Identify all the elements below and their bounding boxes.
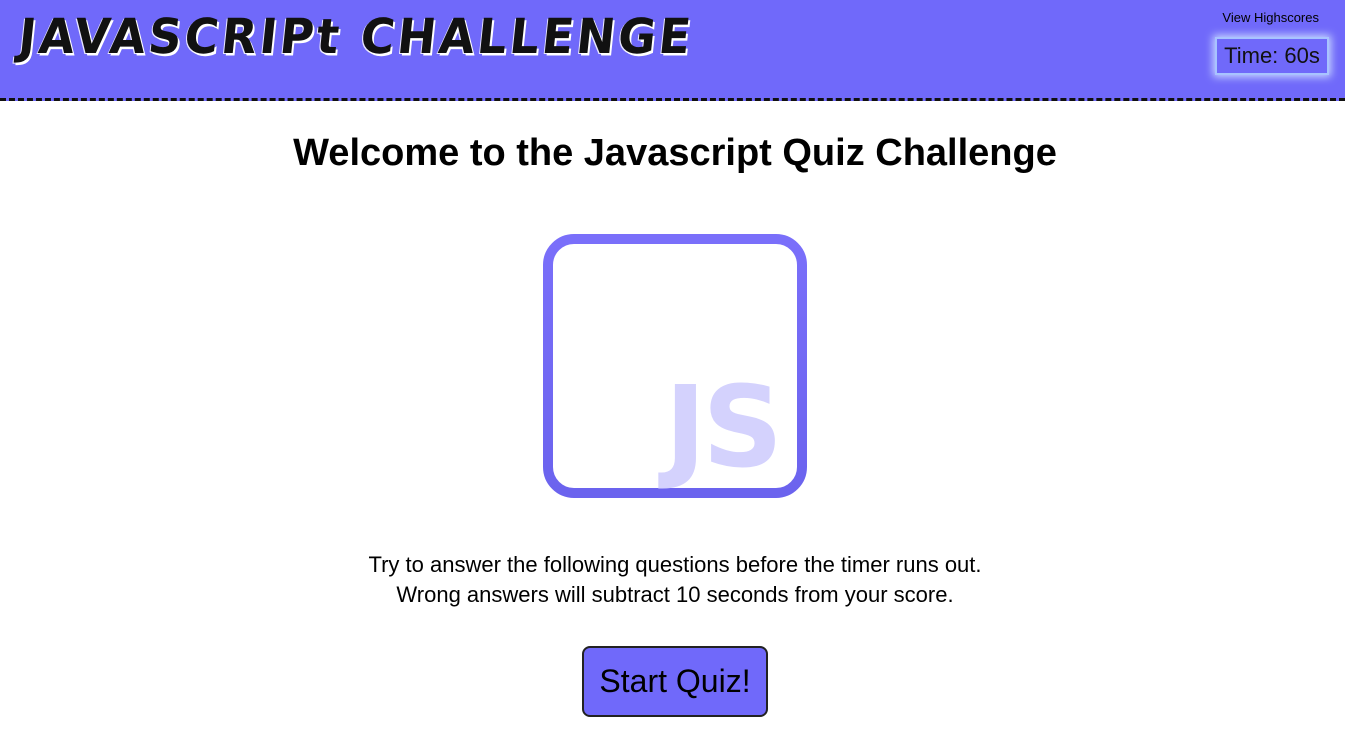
instructions-text: Try to answer the following questions be… <box>0 550 1345 610</box>
start-quiz-button[interactable]: Start Quiz! <box>582 646 768 717</box>
view-highscores-link[interactable]: View Highscores <box>1222 10 1319 25</box>
js-logo-text: JS <box>658 363 779 493</box>
page-title: Welcome to the Javascript Quiz Challenge <box>293 132 1057 174</box>
instruction-line: Try to answer the following questions be… <box>368 552 982 577</box>
js-logo-graphic: JS <box>543 234 807 498</box>
timer-display: Time: 60s <box>1215 37 1329 75</box>
app-title: JAVASCRIPt CHALLENGE <box>16 8 697 65</box>
instruction-line: Wrong answers will subtract 10 seconds f… <box>396 582 954 607</box>
app-header: JAVASCRIPt CHALLENGE View Highscores Tim… <box>0 0 1345 101</box>
js-logo-icon: JS <box>543 234 807 498</box>
